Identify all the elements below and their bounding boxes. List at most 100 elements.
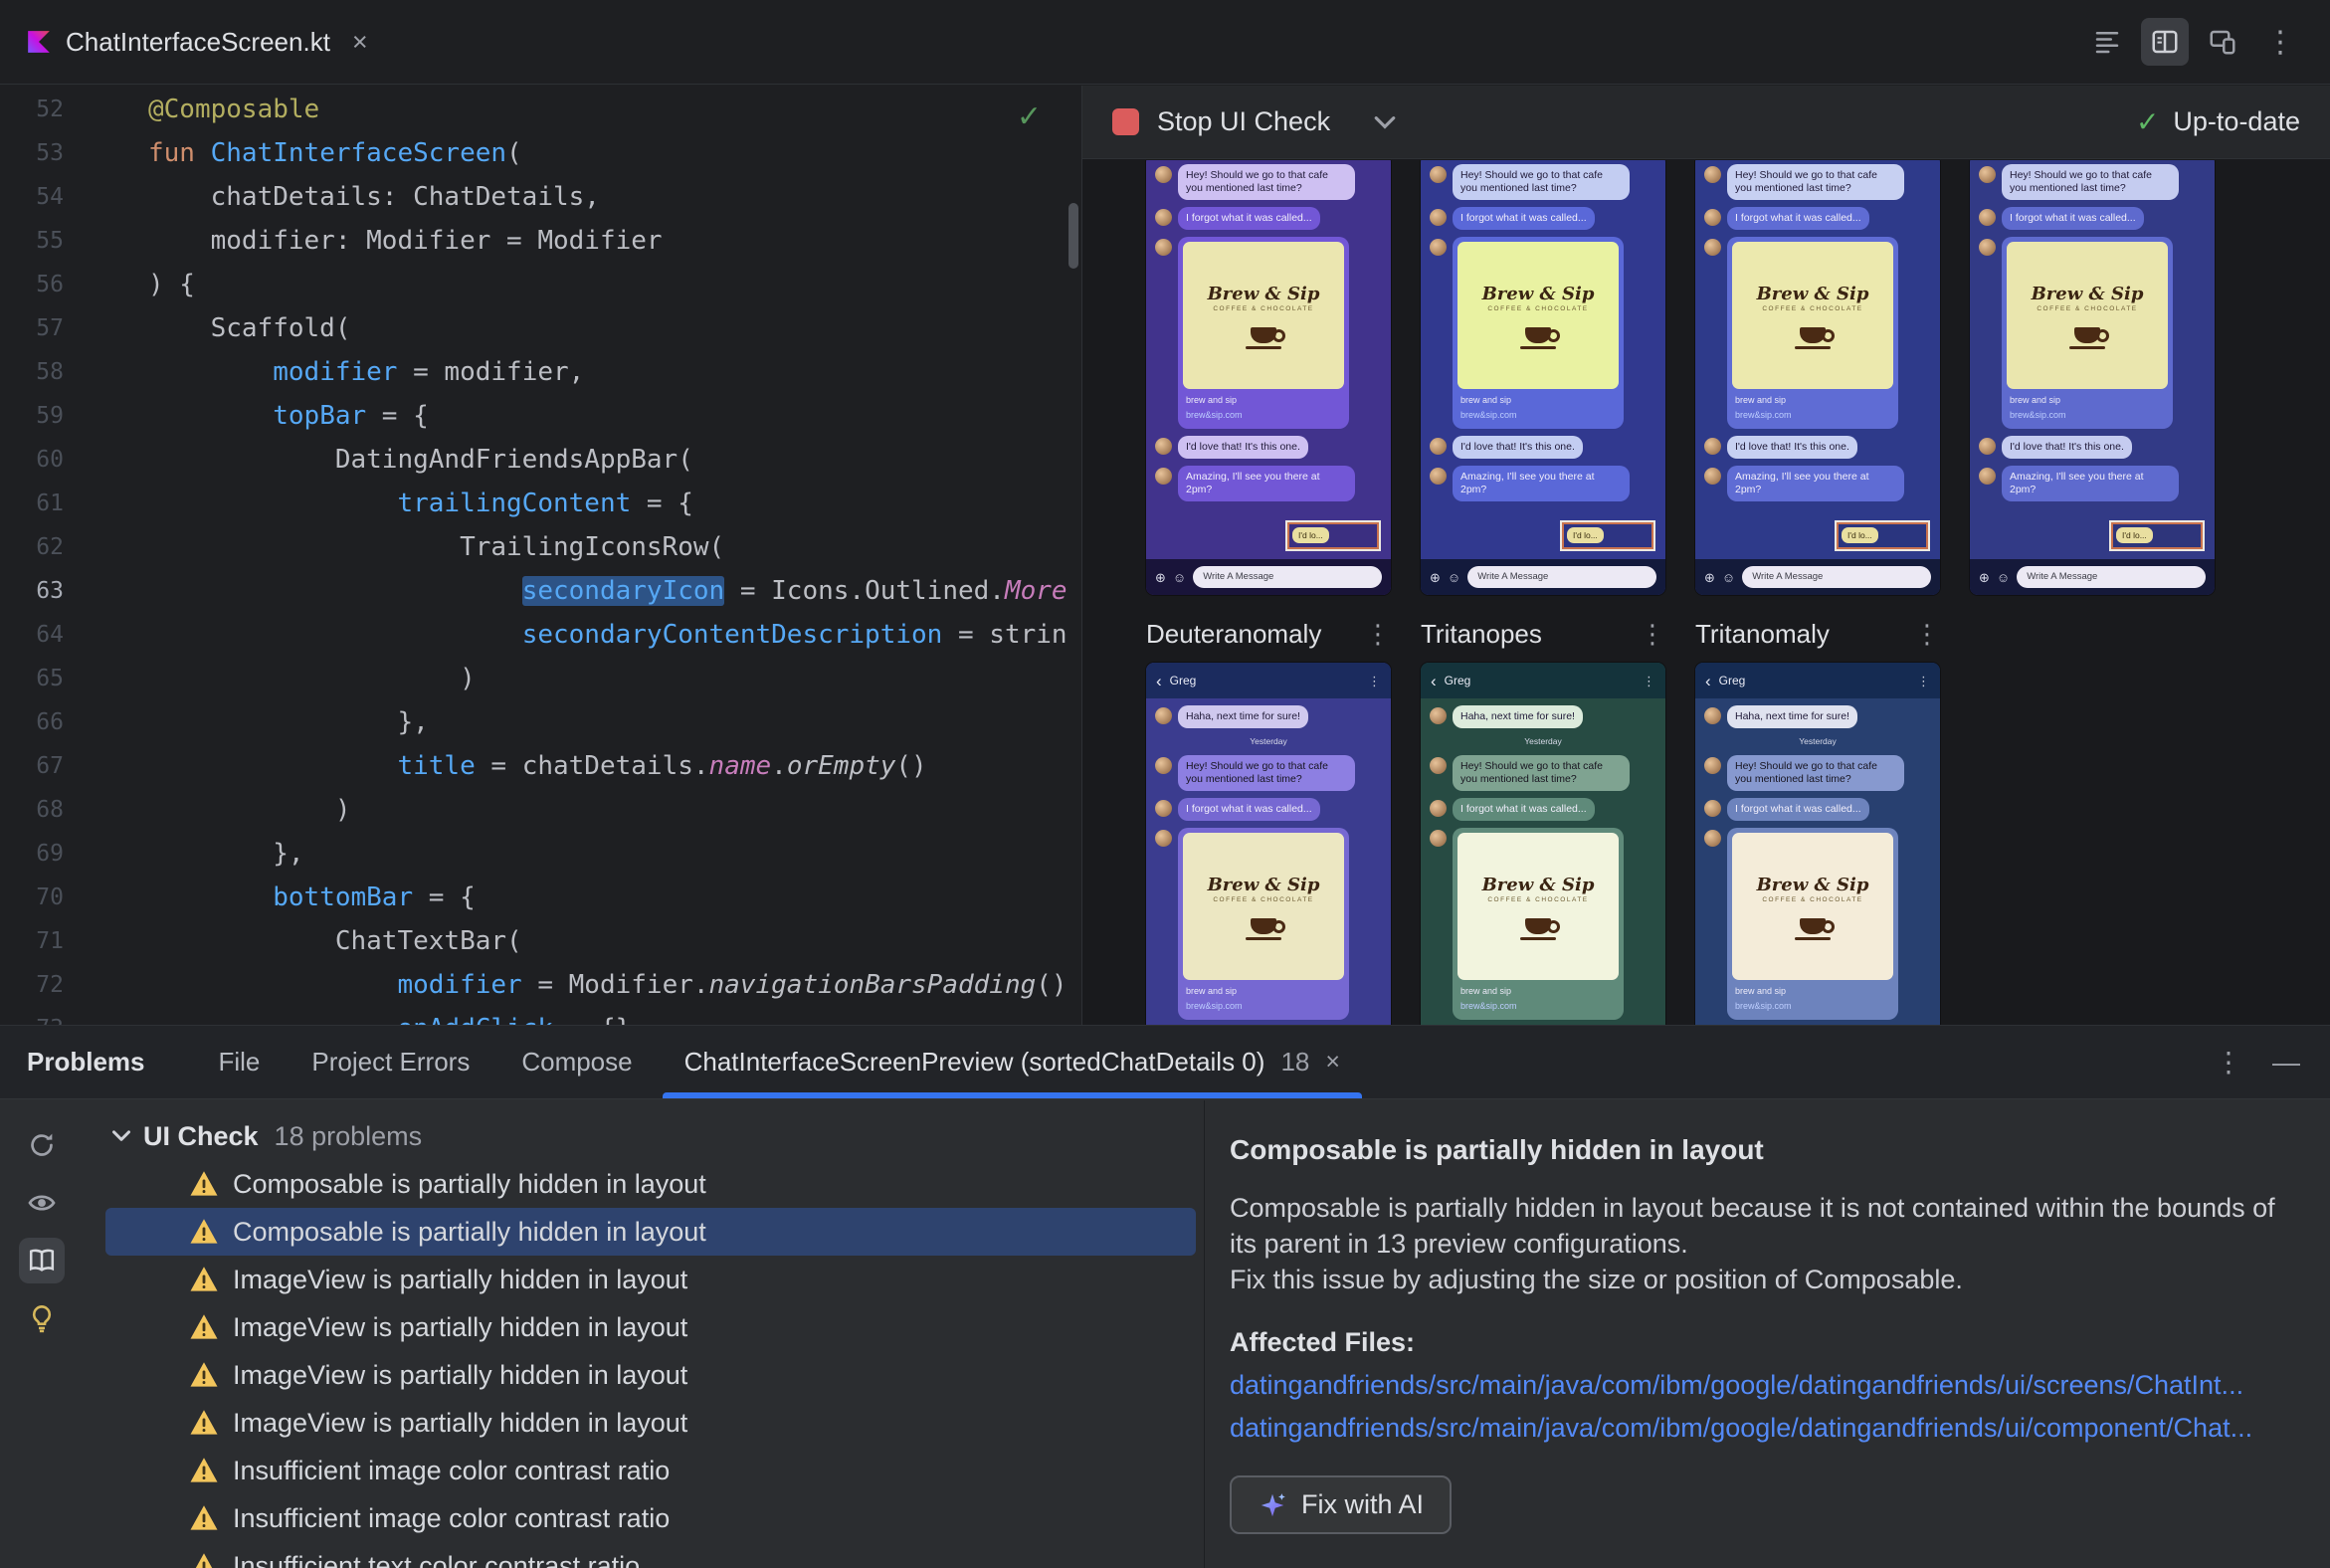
emoji-icon[interactable]: ☺ <box>1722 571 1735 584</box>
structure-icon[interactable] <box>2083 18 2131 66</box>
ui-check-group-header[interactable]: UI Check 18 problems <box>84 1112 1204 1160</box>
code-line[interactable]: 52 @Composable <box>0 88 1081 131</box>
emoji-icon[interactable]: ☺ <box>1997 571 2010 584</box>
line-number[interactable]: 62 <box>0 534 64 560</box>
problem-item[interactable]: ImageView is partially hidden in layout <box>105 1256 1196 1303</box>
line-number[interactable]: 68 <box>0 797 64 823</box>
kebab-icon[interactable]: ⋮ <box>1917 675 1930 687</box>
line-number[interactable]: 64 <box>0 622 64 648</box>
code-line[interactable]: 71 ChatTextBar( <box>0 919 1081 963</box>
affected-file-link[interactable]: datingandfriends/src/main/java/com/ibm/g… <box>1230 1370 2290 1401</box>
panel-tab[interactable]: Project Errors <box>286 1026 495 1098</box>
code-line[interactable]: 67 title = chatDetails.name.orEmpty() <box>0 744 1081 788</box>
panel-tab[interactable]: File <box>193 1026 287 1098</box>
problem-item[interactable]: Composable is partially hidden in layout <box>105 1160 1196 1208</box>
quickfix-bulb-icon[interactable] <box>19 1295 65 1341</box>
split-editor-icon[interactable] <box>2141 18 2189 66</box>
kebab-icon[interactable]: ⋮ <box>1365 619 1391 650</box>
chat-preview-tritanopes[interactable]: ‹ Greg ⋮ Haha, next time for sure! Yesterday… <box>1421 663 1665 1025</box>
kebab-icon[interactable]: ⋮ <box>1643 675 1655 687</box>
line-number[interactable]: 65 <box>0 666 64 691</box>
code-line[interactable]: 60 DatingAndFriendsAppBar( <box>0 438 1081 482</box>
code-line[interactable]: 54 chatDetails: ChatDetails, <box>0 175 1081 219</box>
reader-mode-icon[interactable] <box>19 1238 65 1283</box>
message-input[interactable]: Write A Message <box>1193 566 1382 588</box>
refresh-icon[interactable] <box>19 1122 65 1168</box>
stop-ui-check-button[interactable]: Stop UI Check <box>1157 106 1330 137</box>
line-number[interactable]: 67 <box>0 753 64 779</box>
code-line[interactable]: 62 TrailingIconsRow( <box>0 525 1081 569</box>
kebab-icon[interactable]: ⋮ <box>1914 619 1940 650</box>
add-icon[interactable]: ⊕ <box>1704 571 1715 584</box>
stop-icon[interactable] <box>1112 108 1139 135</box>
chat-preview-preview-4[interactable]: Hey! Should we go to that cafe you menti… <box>1970 160 2215 595</box>
line-number[interactable]: 61 <box>0 490 64 516</box>
code-line[interactable]: 64 secondaryContentDescription = strin <box>0 613 1081 657</box>
back-icon[interactable]: ‹ <box>1156 673 1162 689</box>
code-line[interactable]: 72 modifier = Modifier.navigationBarsPad… <box>0 963 1081 1007</box>
kebab-icon[interactable]: ⋮ <box>1640 619 1665 650</box>
line-number[interactable]: 66 <box>0 709 64 735</box>
minimize-icon[interactable]: — <box>2272 1047 2300 1078</box>
affected-file-link[interactable]: datingandfriends/src/main/java/com/ibm/g… <box>1230 1413 2290 1444</box>
chevron-down-icon[interactable] <box>1374 115 1396 129</box>
code-line[interactable]: 58 modifier = modifier, <box>0 350 1081 394</box>
add-icon[interactable]: ⊕ <box>1979 571 1990 584</box>
panel-tab-active[interactable]: ChatInterfaceScreenPreview (sortedChatDe… <box>659 1026 1366 1098</box>
line-number[interactable]: 52 <box>0 97 64 122</box>
problem-item[interactable]: Insufficient image color contrast ratio <box>105 1494 1196 1542</box>
line-number[interactable]: 56 <box>0 272 64 297</box>
device-preview-icon[interactable] <box>2199 18 2246 66</box>
back-icon[interactable]: ‹ <box>1705 673 1711 689</box>
message-input[interactable]: Write A Message <box>1742 566 1931 588</box>
code-line[interactable]: 66 }, <box>0 700 1081 744</box>
code-line[interactable]: 68 ) <box>0 788 1081 832</box>
line-number[interactable]: 59 <box>0 403 64 429</box>
emoji-icon[interactable]: ☺ <box>1448 571 1460 584</box>
code-editor[interactable]: 52 @Composable 53 fun ChatInterfaceScreen(5… <box>0 86 1081 1025</box>
chat-preview-preview-1[interactable]: Hey! Should we go to that cafe you menti… <box>1146 160 1391 595</box>
chat-preview-tritanomaly[interactable]: ‹ Greg ⋮ Haha, next time for sure! Yesterday… <box>1695 663 1940 1025</box>
eye-icon[interactable] <box>19 1180 65 1226</box>
problem-item[interactable]: Insufficient image color contrast ratio <box>105 1447 1196 1494</box>
fix-with-ai-button[interactable]: Fix with AI <box>1230 1475 1453 1534</box>
chat-preview-preview-3[interactable]: Hey! Should we go to that cafe you menti… <box>1695 160 1940 595</box>
line-number[interactable]: 54 <box>0 184 64 210</box>
code-line[interactable]: 65 ) <box>0 657 1081 700</box>
message-input[interactable]: Write A Message <box>2017 566 2206 588</box>
line-number[interactable]: 71 <box>0 928 64 954</box>
chat-preview-preview-2[interactable]: Hey! Should we go to that cafe you menti… <box>1421 160 1665 595</box>
line-number[interactable]: 58 <box>0 359 64 385</box>
code-line[interactable]: 53 fun ChatInterfaceScreen( <box>0 131 1081 175</box>
editor-tab[interactable]: ChatInterfaceScreen.kt × <box>0 0 394 84</box>
line-number[interactable]: 73 <box>0 1016 64 1025</box>
chat-preview-deuteranomaly[interactable]: ‹ Greg ⋮ Haha, next time for sure! Yesterday… <box>1146 663 1391 1025</box>
code-line[interactable]: 57 Scaffold( <box>0 306 1081 350</box>
code-line[interactable]: 70 bottomBar = { <box>0 876 1081 919</box>
line-number[interactable]: 57 <box>0 315 64 341</box>
tab-close-icon[interactable]: × <box>1325 1048 1340 1077</box>
problem-item[interactable]: Insufficient text color contrast ratio <box>105 1542 1196 1568</box>
panel-title[interactable]: Problems <box>27 1047 145 1078</box>
emoji-icon[interactable]: ☺ <box>1173 571 1186 584</box>
code-line[interactable]: 73 onAddClick = {} <box>0 1007 1081 1025</box>
code-line[interactable]: 61 trailingContent = { <box>0 482 1081 525</box>
inspections-passed-icon[interactable]: ✓ <box>1017 99 1042 134</box>
code-line[interactable]: 63 secondaryIcon = Icons.Outlined.More <box>0 569 1081 613</box>
add-icon[interactable]: ⊕ <box>1430 571 1441 584</box>
problem-item[interactable]: ImageView is partially hidden in layout <box>105 1303 1196 1351</box>
code-line[interactable]: 56) { <box>0 263 1081 306</box>
code-line[interactable]: 59 topBar = { <box>0 394 1081 438</box>
problem-item[interactable]: Composable is partially hidden in layout <box>105 1208 1196 1256</box>
line-number[interactable]: 60 <box>0 447 64 473</box>
message-input[interactable]: Write A Message <box>1467 566 1656 588</box>
panel-tab[interactable]: Compose <box>495 1026 658 1098</box>
problem-item[interactable]: ImageView is partially hidden in layout <box>105 1399 1196 1447</box>
editor-scrollbar[interactable] <box>1068 203 1078 269</box>
code-line[interactable]: 69 }, <box>0 832 1081 876</box>
back-icon[interactable]: ‹ <box>1431 673 1437 689</box>
line-number[interactable]: 70 <box>0 884 64 910</box>
panel-more-icon[interactable]: ⋮ <box>2215 1046 2242 1078</box>
problem-item[interactable]: ImageView is partially hidden in layout <box>105 1351 1196 1399</box>
code-line[interactable]: 55 modifier: Modifier = Modifier <box>0 219 1081 263</box>
